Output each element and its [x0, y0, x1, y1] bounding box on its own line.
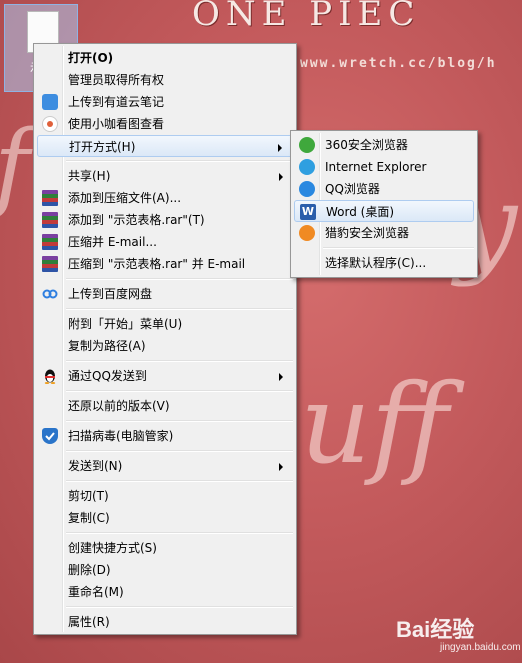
menu-item-open[interactable]: 打开(O) — [37, 47, 293, 69]
menu-item-label: 还原以前的版本(V) — [68, 399, 170, 413]
baidu-netdisk-icon — [42, 286, 58, 302]
menu-item-label: 重命名(M) — [68, 585, 124, 599]
menu-item-properties[interactable]: 属性(R) — [37, 611, 293, 633]
menu-item-open-with[interactable]: 打开方式(H) — [37, 135, 293, 157]
menu-item-label: 属性(R) — [68, 615, 110, 629]
menu-item-label: Internet Explorer — [325, 160, 427, 174]
menu-item-delete[interactable]: 删除(D) — [37, 559, 293, 581]
menu-item-label: 压缩并 E-mail... — [68, 235, 157, 249]
wallpaper-script-a: f — [0, 110, 30, 222]
menu-separator — [66, 420, 293, 422]
image-viewer-icon — [42, 116, 58, 132]
menu-item-copy-path[interactable]: 复制为路径(A) — [37, 335, 293, 357]
menu-separator — [66, 160, 293, 162]
wallpaper-url: www.wretch.cc/blog/h — [300, 56, 497, 71]
word-icon: W — [300, 204, 316, 220]
menu-item-label: QQ浏览器 — [325, 182, 380, 196]
internet-explorer-icon — [299, 159, 315, 175]
menu-item-youdao-upload[interactable]: 上传到有道云笔记 — [37, 91, 293, 113]
menu-item-label: 选择默认程序(C)... — [325, 256, 427, 270]
menu-item-rename[interactable]: 重命名(M) — [37, 581, 293, 603]
submenu-arrow-icon — [279, 463, 283, 471]
browser-360-icon — [299, 137, 315, 153]
submenu-item-360-browser[interactable]: 360安全浏览器 — [294, 134, 474, 156]
menu-item-label: 360安全浏览器 — [325, 138, 408, 152]
menu-item-label: 打开(O) — [68, 51, 114, 65]
menu-item-restore-versions[interactable]: 还原以前的版本(V) — [37, 395, 293, 417]
context-menu: 打开(O) 管理员取得所有权 上传到有道云笔记 使用小咖看图查看 打开方式(H)… — [33, 43, 297, 635]
winrar-icon — [42, 212, 58, 228]
menu-item-label: Word (桌面) — [326, 205, 395, 219]
menu-separator — [66, 480, 293, 482]
menu-item-send-via-qq[interactable]: 通过QQ发送到 — [37, 365, 293, 387]
menu-item-compress-rar-email[interactable]: 压缩到 "示范表格.rar" 并 E-mail — [37, 253, 293, 275]
menu-item-label: 管理员取得所有权 — [68, 73, 165, 87]
winrar-icon — [42, 234, 58, 250]
menu-item-label: 猎豹安全浏览器 — [325, 226, 410, 240]
menu-item-label: 打开方式(H) — [69, 140, 136, 154]
qq-penguin-icon — [42, 368, 58, 384]
open-with-submenu: 360安全浏览器 Internet Explorer QQ浏览器 W Word (… — [290, 130, 478, 278]
submenu-item-internet-explorer[interactable]: Internet Explorer — [294, 156, 474, 178]
submenu-item-word[interactable]: W Word (桌面) — [294, 200, 474, 222]
baidu-jingyan-url: jingyan.baidu.com — [440, 642, 521, 653]
menu-item-label: 删除(D) — [68, 563, 111, 577]
menu-item-add-to-archive[interactable]: 添加到压缩文件(A)... — [37, 187, 293, 209]
menu-separator — [66, 308, 293, 310]
menu-separator — [66, 532, 293, 534]
menu-item-view-with-kacha[interactable]: 使用小咖看图查看 — [37, 113, 293, 135]
menu-item-copy[interactable]: 复制(C) — [37, 507, 293, 529]
submenu-arrow-icon — [279, 173, 283, 181]
menu-item-compress-email[interactable]: 压缩并 E-mail... — [37, 231, 293, 253]
menu-item-create-shortcut[interactable]: 创建快捷方式(S) — [37, 537, 293, 559]
cloud-note-icon — [42, 94, 58, 110]
menu-item-label: 创建快捷方式(S) — [68, 541, 157, 555]
menu-separator — [66, 278, 293, 280]
wallpaper-title: ONE PIEC — [192, 0, 421, 34]
menu-item-label: 添加到 "示范表格.rar"(T) — [68, 213, 205, 227]
menu-item-add-to-rar[interactable]: 添加到 "示范表格.rar"(T) — [37, 209, 293, 231]
submenu-arrow-icon — [278, 144, 282, 152]
menu-item-virus-scan[interactable]: 扫描病毒(电脑管家) — [37, 425, 293, 447]
submenu-arrow-icon — [279, 373, 283, 381]
menu-separator — [323, 247, 474, 249]
menu-item-label: 上传到有道云笔记 — [68, 95, 165, 109]
menu-item-label: 通过QQ发送到 — [68, 369, 147, 383]
menu-item-label: 复制(C) — [68, 511, 110, 525]
shield-icon — [42, 428, 58, 444]
menu-separator — [66, 360, 293, 362]
menu-item-pin-start[interactable]: 附到「开始」菜单(U) — [37, 313, 293, 335]
menu-item-label: 附到「开始」菜单(U) — [68, 317, 183, 331]
menu-item-cut[interactable]: 剪切(T) — [37, 485, 293, 507]
menu-item-label: 共享(H) — [68, 169, 111, 183]
menu-item-send-to[interactable]: 发送到(N) — [37, 455, 293, 477]
wallpaper-script-c: uff — [300, 360, 449, 488]
menu-separator — [66, 450, 293, 452]
baidu-jingyan-watermark: Bai经验 — [396, 617, 475, 642]
qq-browser-icon — [299, 181, 315, 197]
menu-item-label: 上传到百度网盘 — [68, 287, 153, 301]
menu-item-label: 添加到压缩文件(A)... — [68, 191, 182, 205]
menu-item-baidu-upload[interactable]: 上传到百度网盘 — [37, 283, 293, 305]
menu-item-take-ownership[interactable]: 管理员取得所有权 — [37, 69, 293, 91]
menu-item-label: 压缩到 "示范表格.rar" 并 E-mail — [68, 257, 246, 271]
winrar-icon — [42, 190, 58, 206]
menu-item-label: 复制为路径(A) — [68, 339, 146, 353]
menu-separator — [66, 390, 293, 392]
submenu-item-cheetah-browser[interactable]: 猎豹安全浏览器 — [294, 222, 474, 244]
menu-item-share[interactable]: 共享(H) — [37, 165, 293, 187]
winrar-icon — [42, 256, 58, 272]
menu-item-label: 发送到(N) — [68, 459, 123, 473]
menu-item-label: 剪切(T) — [68, 489, 109, 503]
submenu-item-choose-default[interactable]: 选择默认程序(C)... — [294, 252, 474, 274]
menu-item-label: 使用小咖看图查看 — [68, 117, 165, 131]
cheetah-browser-icon — [299, 225, 315, 241]
submenu-item-qq-browser[interactable]: QQ浏览器 — [294, 178, 474, 200]
menu-item-label: 扫描病毒(电脑管家) — [68, 429, 174, 443]
menu-separator — [66, 606, 293, 608]
